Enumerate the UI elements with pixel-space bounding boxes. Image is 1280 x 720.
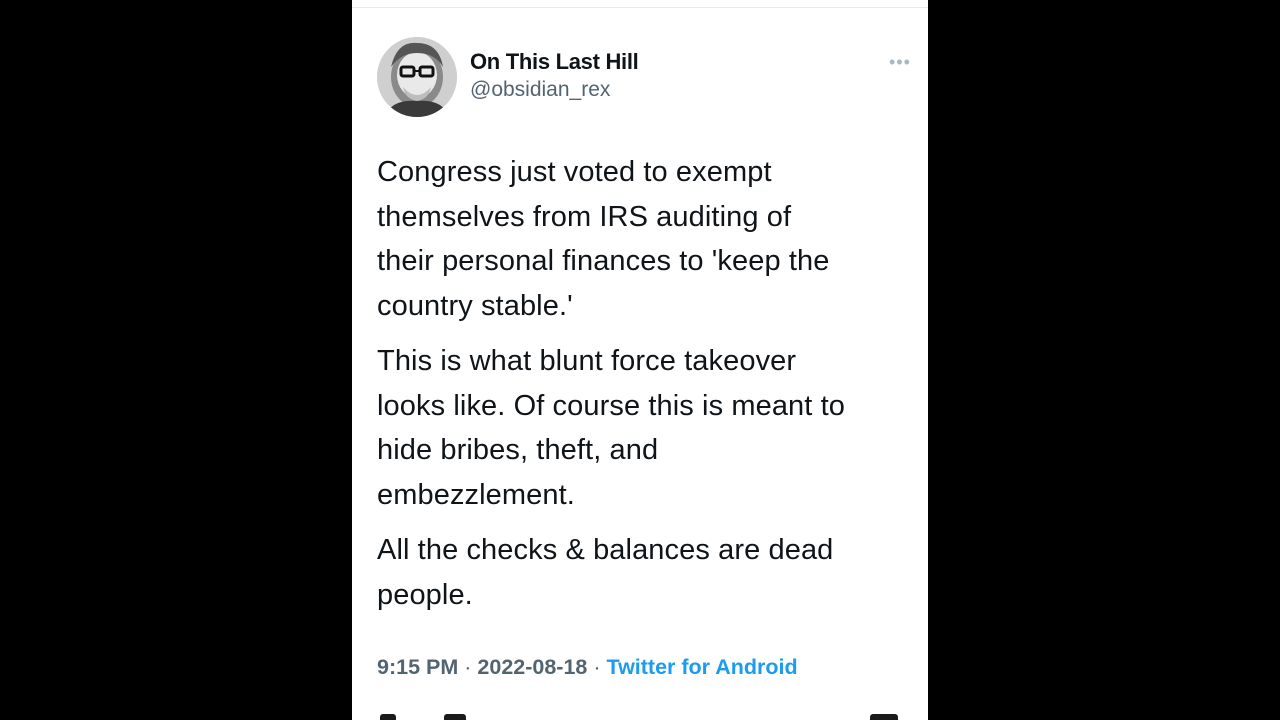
meta-separator: · bbox=[464, 655, 472, 679]
reply-icon[interactable] bbox=[380, 714, 396, 720]
tweet-text: Congress just voted to exempt themselves… bbox=[377, 150, 922, 628]
action-bar bbox=[352, 714, 928, 720]
tweet-paragraph: All the checks & balances are dead peopl… bbox=[377, 534, 834, 611]
share-icon[interactable] bbox=[870, 714, 898, 720]
more-dots-icon: ••• bbox=[889, 51, 911, 72]
tweet-date[interactable]: 2022-08-18 bbox=[477, 655, 587, 679]
avatar[interactable] bbox=[377, 37, 457, 117]
tweet-card: On This Last Hill @obsidian_rex ••• Cong… bbox=[352, 0, 928, 720]
display-name[interactable]: On This Last Hill bbox=[470, 49, 639, 75]
retweet-icon[interactable] bbox=[444, 714, 466, 720]
tweet-time[interactable]: 9:15 PM bbox=[377, 655, 458, 679]
user-handle[interactable]: @obsidian_rex bbox=[470, 78, 610, 102]
tweet-meta: 9:15 PM · 2022-08-18 · Twitter for Andro… bbox=[377, 655, 798, 680]
tweet-paragraph: Congress just voted to exempt themselves… bbox=[377, 156, 830, 322]
tweet-source-link[interactable]: Twitter for Android bbox=[607, 655, 798, 679]
avatar-image bbox=[377, 37, 457, 117]
more-options-button[interactable]: ••• bbox=[882, 50, 918, 74]
tweet-paragraph: This is what blunt force takeover looks … bbox=[377, 345, 845, 511]
meta-separator: · bbox=[593, 655, 601, 679]
divider bbox=[352, 7, 928, 8]
screen: On This Last Hill @obsidian_rex ••• Cong… bbox=[0, 0, 1280, 720]
